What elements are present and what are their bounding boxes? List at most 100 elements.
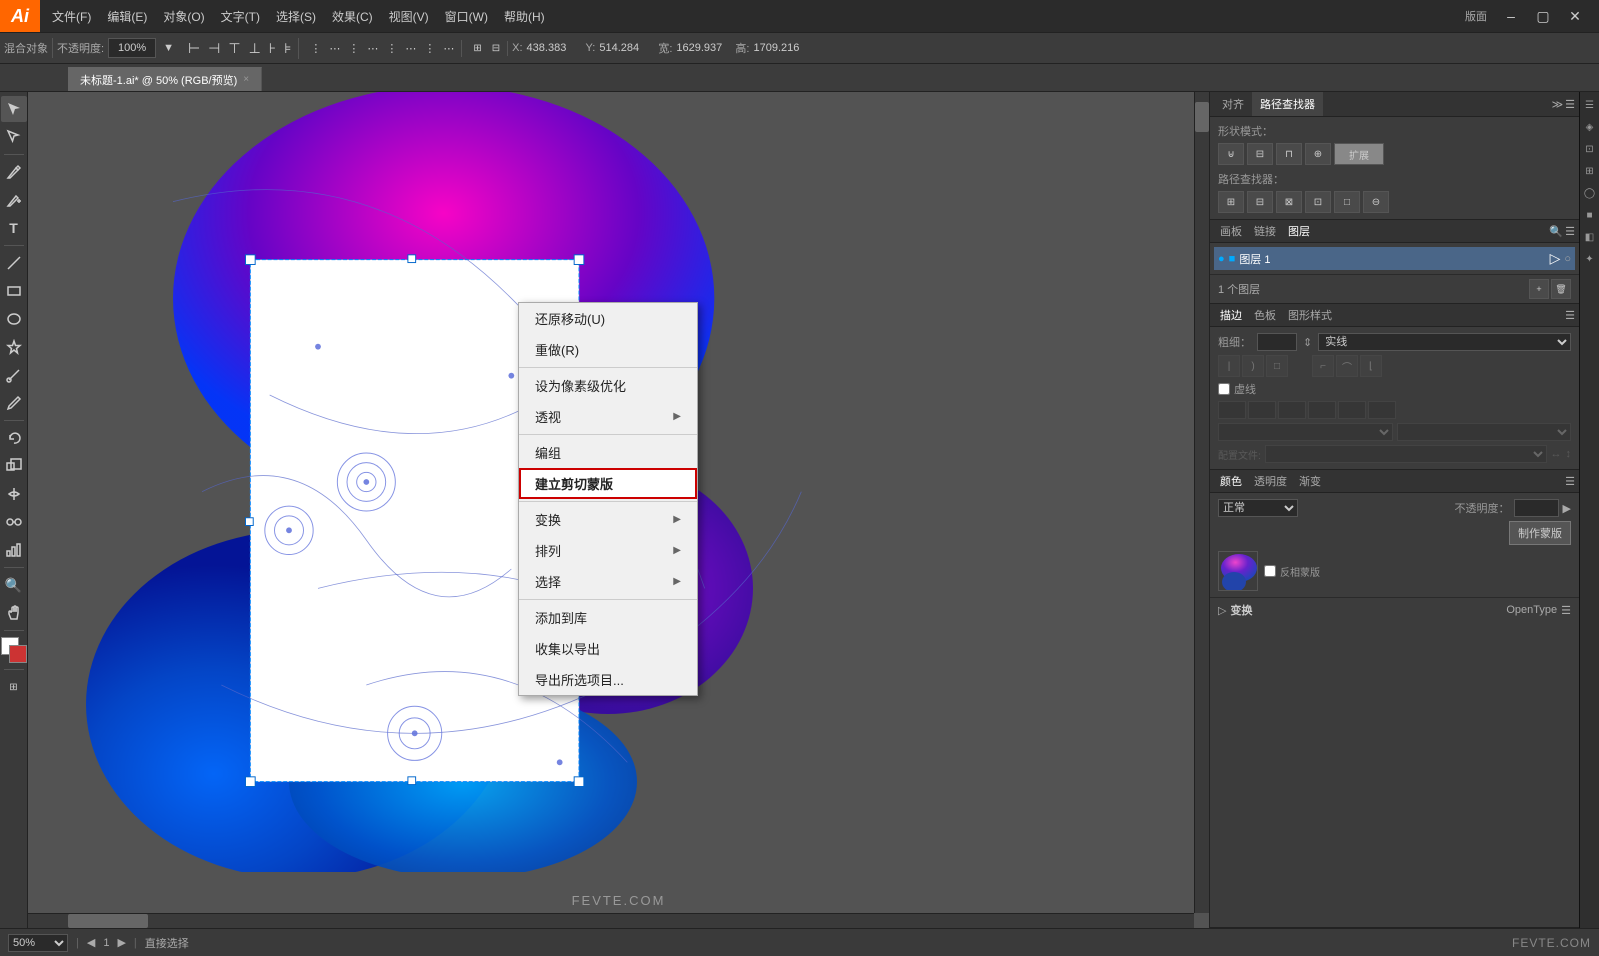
pf-minus-back-btn[interactable]: ⊖: [1363, 191, 1389, 213]
color-menu-icon[interactable]: ☰: [1565, 476, 1575, 488]
stroke-menu-icon[interactable]: ☰: [1565, 310, 1575, 322]
menu-text[interactable]: 文字(T): [213, 0, 268, 32]
gap-1-input[interactable]: [1248, 401, 1276, 419]
panel-icon-color[interactable]: ■: [1581, 206, 1599, 224]
menu-object[interactable]: 对象(O): [155, 0, 212, 32]
dist-center-v-icon[interactable]: ⋯: [402, 40, 419, 57]
join-round-btn[interactable]: ⌒: [1336, 355, 1358, 377]
dist-left-icon[interactable]: ⋯: [364, 40, 381, 57]
hscroll-thumb[interactable]: [68, 914, 148, 928]
dist-right-icon[interactable]: ⋮: [421, 40, 438, 57]
gradient-tab[interactable]: 渐变: [1293, 470, 1327, 492]
horizontal-scrollbar[interactable]: [28, 913, 1194, 928]
close-button[interactable]: ✕: [1559, 0, 1591, 32]
stroke-type-select[interactable]: 实线: [1318, 333, 1571, 351]
gap-2-input[interactable]: [1308, 401, 1336, 419]
zoom-tool[interactable]: 🔍: [1, 572, 27, 598]
color-indicator[interactable]: [1, 637, 27, 663]
layer-1-item[interactable]: ● ■ 图层 1 ▷ ○: [1214, 247, 1575, 270]
opacity-more-icon[interactable]: ▶: [1563, 502, 1571, 515]
join-miter-btn[interactable]: ⌐: [1312, 355, 1334, 377]
cap-square-btn[interactable]: □: [1266, 355, 1288, 377]
chart-tool[interactable]: [1, 537, 27, 563]
menu-select[interactable]: 选择(S): [268, 0, 324, 32]
make-mask-button[interactable]: 制作蒙版: [1509, 521, 1571, 545]
swatches-tab[interactable]: 色板: [1248, 304, 1282, 326]
unite-btn[interactable]: ⊎: [1218, 143, 1244, 165]
blend-mode-select[interactable]: 正常: [1218, 499, 1298, 517]
ellipse-tool[interactable]: [1, 306, 27, 332]
transform-header[interactable]: ▷ 变换 OpenType ☰: [1218, 602, 1571, 618]
pen-tool[interactable]: [1, 159, 27, 185]
menu-file[interactable]: 文件(F): [44, 0, 99, 32]
dist-top-icon[interactable]: ⋮: [345, 40, 362, 57]
pf-crop-btn[interactable]: ⊡: [1305, 191, 1331, 213]
ctx-transform[interactable]: 变换 ▶: [519, 504, 697, 535]
align-center-h-icon[interactable]: ⊣: [205, 38, 223, 59]
panel-icon-transform[interactable]: ⊡: [1581, 140, 1599, 158]
align-left-icon[interactable]: ⊢: [185, 38, 203, 59]
artboard-tab[interactable]: 画板: [1214, 220, 1248, 242]
ctx-arrange[interactable]: 排列 ▶: [519, 535, 697, 566]
arrow-end-select[interactable]: [1397, 423, 1572, 441]
add-anchor-tool[interactable]: [1, 187, 27, 213]
dist-center-h-icon[interactable]: ⋮: [383, 40, 400, 57]
flip-v-icon[interactable]: ↕: [1566, 448, 1572, 460]
ctx-pixel-optimize[interactable]: 设为像素级优化: [519, 370, 697, 401]
tab-close-button[interactable]: ×: [243, 74, 249, 85]
align-top-icon[interactable]: ⊥: [246, 38, 264, 59]
panel-icon-symbols[interactable]: ✦: [1581, 250, 1599, 268]
stroke-weight-arrows[interactable]: ⇕: [1303, 336, 1312, 349]
align-bottom-icon[interactable]: ⊧: [281, 38, 294, 59]
transform-menu-icon[interactable]: ☰: [1561, 604, 1571, 617]
line-tool[interactable]: [1, 250, 27, 276]
rectangle-tool[interactable]: [1, 278, 27, 304]
dist-bottom-icon[interactable]: ⋯: [440, 40, 457, 57]
links-tab[interactable]: 链接: [1248, 220, 1282, 242]
layer-lock-icon[interactable]: ○: [1564, 253, 1571, 265]
paintbrush-tool[interactable]: [1, 362, 27, 388]
dash-3-input[interactable]: [1338, 401, 1366, 419]
align-tab[interactable]: 对齐: [1214, 92, 1252, 116]
new-layer-btn[interactable]: +: [1529, 279, 1549, 299]
panel-icon-appearance[interactable]: ◈: [1581, 118, 1599, 136]
arrow-start-select[interactable]: [1218, 423, 1393, 441]
layer-visibility-icon[interactable]: ●: [1218, 253, 1225, 265]
vscroll-thumb[interactable]: [1195, 102, 1209, 132]
pf-divide-btn[interactable]: ⊞: [1218, 191, 1244, 213]
panel-menu-icon[interactable]: ☰: [1565, 98, 1575, 111]
grid-icon[interactable]: ⊟: [489, 41, 503, 56]
menu-view[interactable]: 视图(V): [381, 0, 437, 32]
ctx-select[interactable]: 选择 ▶: [519, 566, 697, 597]
minimize-button[interactable]: –: [1495, 0, 1527, 32]
dash-2-input[interactable]: [1278, 401, 1306, 419]
next-page-btn[interactable]: ▶: [117, 936, 125, 949]
color-tab[interactable]: 颜色: [1214, 470, 1248, 492]
star-tool[interactable]: [1, 334, 27, 360]
dist-h-icon[interactable]: ⋮: [307, 40, 324, 57]
hand-tool[interactable]: [1, 600, 27, 626]
panel-icon-stroke[interactable]: ◯: [1581, 184, 1599, 202]
menu-window[interactable]: 窗口(W): [437, 0, 496, 32]
pf-trim-btn[interactable]: ⊟: [1247, 191, 1273, 213]
stroke-tab[interactable]: 描边: [1214, 304, 1248, 326]
align-right-icon[interactable]: ⊤: [225, 38, 243, 59]
vertical-scrollbar[interactable]: [1194, 92, 1209, 913]
pf-merge-btn[interactable]: ⊠: [1276, 191, 1302, 213]
document-tab[interactable]: 未标题-1.ai* @ 50% (RGB/预览) ×: [68, 67, 262, 91]
dashed-checkbox[interactable]: [1218, 383, 1230, 395]
prev-page-btn[interactable]: ◀: [87, 936, 95, 949]
panel-expand-icon[interactable]: ≫: [1552, 98, 1564, 111]
dash-1-input[interactable]: [1218, 401, 1246, 419]
direct-selection-tool[interactable]: [1, 124, 27, 150]
width-tool[interactable]: [1, 481, 27, 507]
layers-menu-icon[interactable]: ☰: [1565, 225, 1575, 238]
graphic-styles-tab[interactable]: 图形样式: [1282, 304, 1338, 326]
opacity-value-input[interactable]: 100%: [1514, 499, 1559, 517]
join-bevel-btn[interactable]: ⌊: [1360, 355, 1382, 377]
pathfinder-tab[interactable]: 路径查找器: [1252, 92, 1323, 116]
canvas-area[interactable]: 还原移动(U) 重做(R) 设为像素级优化 透视 ▶ 编组 建立剪切蒙版 变换: [28, 92, 1209, 928]
menu-edit[interactable]: 编辑(E): [99, 0, 155, 32]
transparency-tab[interactable]: 透明度: [1248, 470, 1293, 492]
layers-search-icon[interactable]: 🔍: [1549, 225, 1563, 238]
